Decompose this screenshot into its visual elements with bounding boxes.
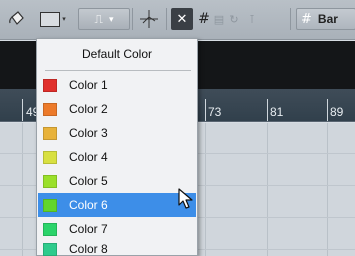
toolbar: ▾ ⎍ ▾ ✕ # ▤ ↻ ⊺ # Bar: [0, 0, 355, 40]
color-swatch-icon: [43, 242, 57, 256]
menu-item-color-5[interactable]: Color 5: [38, 169, 196, 193]
menu-item-label: Color 8: [69, 242, 108, 256]
menu-item-default-color[interactable]: Default Color: [37, 39, 197, 69]
color-swatch-icon: [40, 11, 61, 27]
chevron-down-icon: ▾: [108, 13, 114, 24]
ruler-label: 73: [208, 105, 222, 119]
ruler-tick: [205, 99, 206, 121]
loop-icon[interactable]: ↻: [226, 8, 242, 30]
color-button[interactable]: ▾: [36, 8, 70, 30]
quantize-menu[interactable]: ⎍ ▾: [78, 8, 130, 30]
ruler-tick: [22, 99, 23, 121]
menu-item-color-2[interactable]: Color 2: [38, 97, 196, 121]
quantize-icon: ⎍: [94, 11, 103, 26]
ruler-label: 89: [330, 105, 344, 119]
color-menu: Default Color Color 1 Color 2 Color 3 Co…: [36, 38, 198, 256]
paint-bucket-icon[interactable]: [6, 8, 28, 30]
color-swatch-icon: [43, 222, 57, 236]
menu-item-label: Color 5: [69, 174, 108, 188]
menu-item-label: Color 6: [69, 198, 108, 212]
menu-item-color-7[interactable]: Color 7: [38, 217, 196, 241]
color-swatch-icon: [43, 198, 57, 212]
grid-type-label: Bar: [317, 12, 338, 26]
mouse-cursor-icon: [178, 188, 194, 215]
menu-item-color-6[interactable]: Color 6: [38, 193, 196, 217]
menu-item-label: Color 1: [69, 78, 108, 92]
menu-item-color-3[interactable]: Color 3: [38, 121, 196, 145]
color-swatch-icon: [43, 126, 57, 140]
crosshair-icon[interactable]: [136, 8, 162, 30]
menu-item-label: Color 3: [69, 126, 108, 140]
color-swatch-icon: [43, 174, 57, 188]
menu-item-label: Color 2: [69, 102, 108, 116]
color-swatch-icon: [43, 78, 57, 92]
ruler-tick: [267, 99, 268, 121]
grid-type-button[interactable]: # Bar: [296, 8, 355, 30]
menu-divider: [45, 70, 191, 71]
snap-icon[interactable]: ✕: [171, 8, 193, 30]
menu-item-label: Color 4: [69, 150, 108, 164]
color-swatch-icon: [43, 102, 57, 116]
menu-item-color-8[interactable]: Color 8: [38, 241, 196, 256]
grid-icon: #: [301, 11, 312, 27]
ruler-tick: [327, 99, 328, 121]
ruler-label: 81: [270, 105, 284, 119]
grid-icon[interactable]: #: [196, 8, 212, 30]
color-swatch-icon: [43, 150, 57, 164]
cursor-icon[interactable]: ⊺: [244, 8, 260, 30]
menu-item-label: Color 7: [69, 222, 108, 236]
menu-item-color-1[interactable]: Color 1: [38, 73, 196, 97]
chevron-down-icon: ▾: [62, 16, 66, 23]
snap-mode-icon[interactable]: ▤: [212, 8, 226, 30]
menu-item-color-4[interactable]: Color 4: [38, 145, 196, 169]
